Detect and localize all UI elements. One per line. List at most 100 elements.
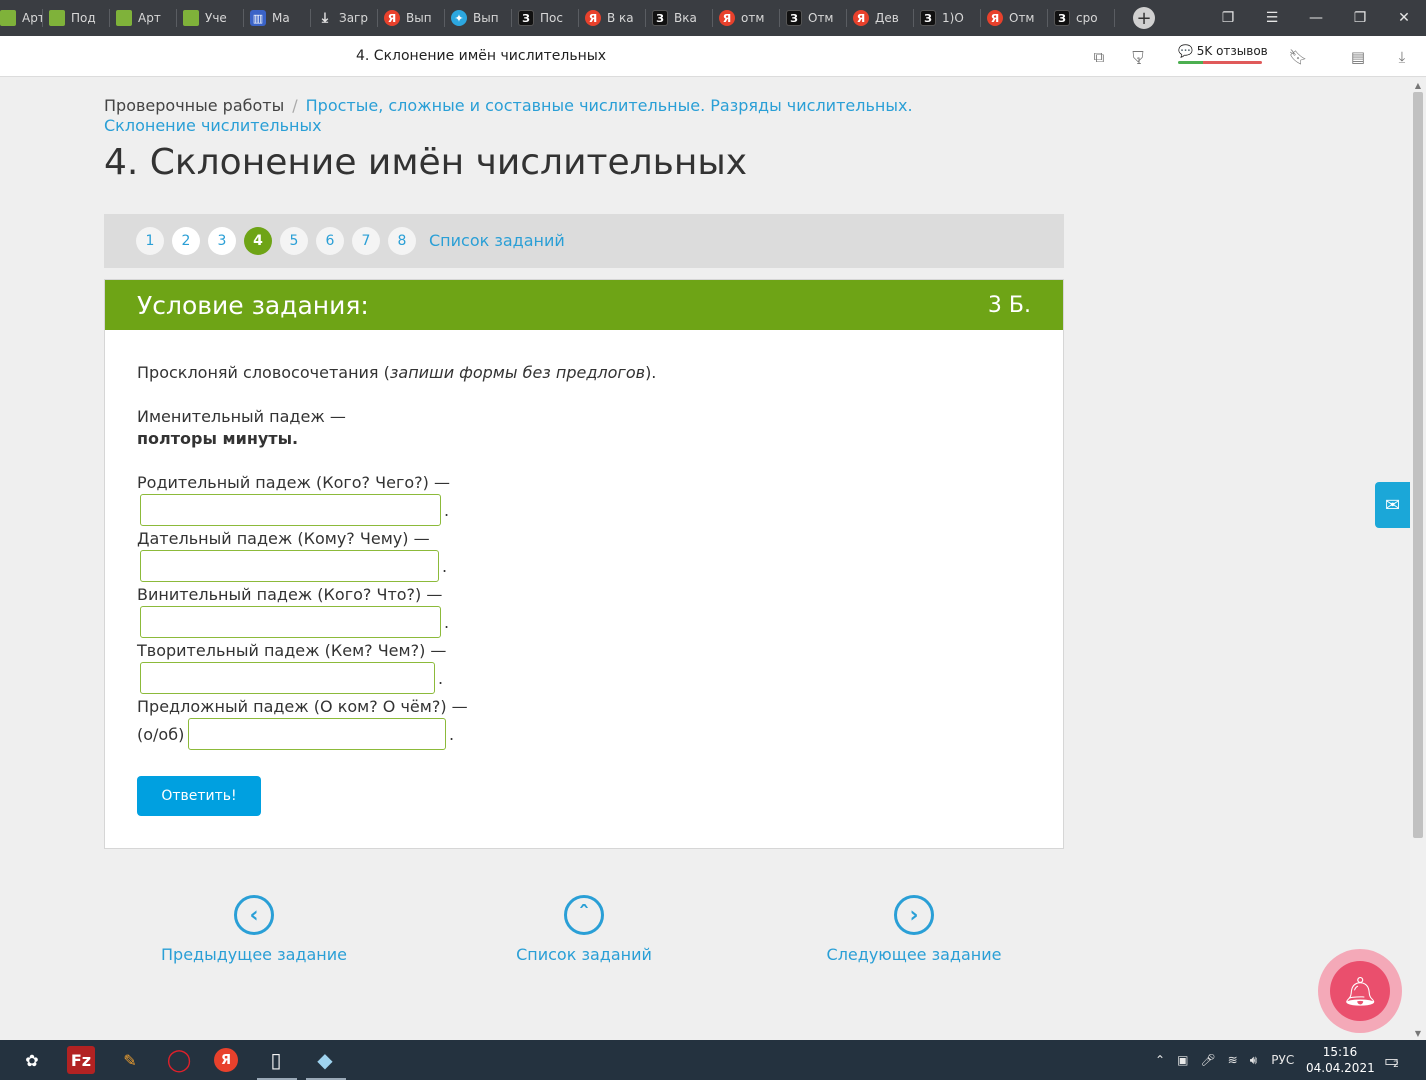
paint-app-icon[interactable]: ✎ — [116, 1046, 144, 1074]
task-number-2[interactable]: 2 — [172, 227, 200, 255]
task-list-link[interactable]: Список заданий — [429, 231, 565, 250]
filezilla-icon[interactable]: Fz — [67, 1046, 95, 1074]
browser-tab-label: отм — [741, 11, 765, 25]
genitive-period: . — [444, 501, 450, 520]
download-icon[interactable]: ⤓ — [1392, 47, 1412, 67]
browser-tab[interactable]: З 1)О — [914, 0, 980, 36]
microphone-icon[interactable]: 🎤︎ — [1200, 1053, 1215, 1067]
scroll-thumb[interactable] — [1413, 92, 1423, 838]
task-number-5[interactable]: 5 — [280, 227, 308, 255]
opera-icon[interactable]: ◯ — [165, 1046, 193, 1074]
browser-tab[interactable]: ✦ Вып — [445, 0, 511, 36]
browser-tab[interactable]: Уче — [177, 0, 243, 36]
task-number-4-active[interactable]: 4 — [244, 227, 272, 255]
bookmarks-collections-icon[interactable]: ❐ — [1206, 0, 1250, 36]
browser-tab-label: Вка — [674, 11, 697, 25]
task-points: 3 Б. — [987, 292, 1031, 318]
chevron-right-icon[interactable]: › — [894, 895, 934, 935]
reviews-button[interactable]: 💬 5K отзывов — [1178, 44, 1268, 58]
scroll-up-icon[interactable]: ▲ — [1410, 78, 1426, 92]
instrumental-label: Творительный падеж (Кем? Чем?) — — [137, 641, 447, 660]
browser-tab[interactable]: Я Дев — [847, 0, 913, 36]
site-green-icon — [49, 10, 65, 26]
wifi-icon[interactable]: ≋ — [1228, 1053, 1238, 1067]
browser-tab[interactable]: З Вка — [646, 0, 712, 36]
browser-tab[interactable]: З Пос — [512, 0, 578, 36]
task-number-1[interactable]: 1 — [136, 227, 164, 255]
yandex-browser-icon[interactable]: Я — [214, 1048, 238, 1072]
dative-label: Дательный падеж (Кому? Чему) — — [137, 529, 430, 548]
site-green-icon — [0, 10, 16, 26]
scroll-down-icon[interactable]: ▼ — [1410, 1026, 1426, 1040]
reader-icon[interactable]: ▤ — [1348, 47, 1368, 67]
prev-task-label[interactable]: Предыдущее задание — [161, 945, 347, 964]
bookmark-icon[interactable]: 🔖︎ — [1288, 47, 1308, 67]
browser-tab[interactable]: Арт — [110, 0, 176, 36]
breadcrumb-separator: / — [292, 96, 298, 115]
prev-task-link[interactable]: ‹ Предыдущее задание — [134, 895, 374, 964]
submit-answer-button[interactable]: Ответить! — [137, 776, 261, 816]
browser-tab-label: В ка — [607, 11, 634, 25]
menu-icon[interactable]: ☰ — [1250, 0, 1294, 36]
os-taskbar: ✿ Fz ✎ ◯ Я ▯ ◆ ⌃ ▣ 🎤︎ ≋ 🔊︎ РУС 15:16 04.… — [0, 1040, 1426, 1080]
site-blue-icon: ▥ — [250, 10, 266, 26]
download-icon: ⤓ — [321, 10, 329, 26]
browser-tab[interactable]: Я Отм — [981, 0, 1047, 36]
browser-tab[interactable]: Яотм — [713, 0, 779, 36]
task-list-footer-link[interactable]: ˆ Список заданий — [464, 895, 704, 964]
accusative-input[interactable] — [140, 606, 441, 638]
genitive-input[interactable] — [140, 494, 441, 526]
start-app-icon[interactable]: ✿ — [18, 1046, 46, 1074]
chevron-up-icon[interactable]: ˆ — [564, 895, 604, 935]
breadcrumb-root[interactable]: Проверочные работы — [104, 96, 284, 115]
task-number-8[interactable]: 8 — [388, 227, 416, 255]
input-language[interactable]: РУС — [1271, 1053, 1294, 1067]
browser-tab-label: Ма — [272, 11, 290, 25]
reviews-rating-bar — [1178, 61, 1262, 64]
task-number-nav: 1 2 3 4 5 6 7 8 Список заданий — [104, 214, 1064, 268]
browser-tab[interactable]: З Отм — [780, 0, 846, 36]
task-number-7[interactable]: 7 — [352, 227, 380, 255]
prepositional-label: Предложный падеж (О ком? О чём?) — — [137, 697, 468, 716]
dative-input[interactable] — [140, 550, 439, 582]
next-task-link[interactable]: › Следующее задание — [794, 895, 1034, 964]
prepositional-input[interactable] — [188, 718, 446, 750]
lightbulb-icon: ✦ — [451, 10, 467, 26]
browser-tab[interactable]: Под — [43, 0, 109, 36]
tray-device-icon[interactable]: ▣ — [1177, 1053, 1188, 1067]
next-task-label[interactable]: Следующее задание — [827, 945, 1002, 964]
browser-tab[interactable]: ▥ Ма — [244, 0, 310, 36]
page-scrollbar[interactable]: ▲ ▼ — [1410, 78, 1426, 1040]
browser-tab[interactable]: Я В ка — [579, 0, 645, 36]
feedback-mail-button[interactable]: ✉ — [1375, 482, 1410, 528]
system-tray: ⌃ ▣ 🎤︎ ≋ 🔊︎ РУС — [1155, 1040, 1294, 1080]
browser-tab[interactable]: Зсро — [1048, 0, 1114, 36]
volume-icon[interactable]: 🔊︎ — [1250, 1053, 1258, 1068]
tray-chevron-up-icon[interactable]: ⌃ — [1155, 1053, 1165, 1067]
chevron-left-icon[interactable]: ‹ — [234, 895, 274, 935]
close-icon[interactable]: ✕ — [1382, 0, 1426, 36]
task-list-footer-label[interactable]: Список заданий — [516, 945, 652, 964]
task-number-3[interactable]: 3 — [208, 227, 236, 255]
task-number-6[interactable]: 6 — [316, 227, 344, 255]
browser-tab[interactable]: Я Вып — [378, 0, 444, 36]
browser-title-bar: 4. Склонение имён числительных ⧉ ⛉ 1 💬 5… — [0, 36, 1426, 77]
browser-tab[interactable]: Арт — [0, 0, 42, 36]
tab-separator — [1114, 9, 1115, 27]
instrumental-input[interactable] — [140, 662, 435, 694]
minimize-icon[interactable]: — — [1294, 0, 1338, 36]
copy-icon[interactable]: ⧉ — [1089, 47, 1109, 67]
site-green-icon — [116, 10, 132, 26]
notifications-bell-button[interactable]: 🔔︎ — [1318, 949, 1402, 1033]
gallery-app-icon[interactable]: ◆ — [311, 1046, 339, 1074]
restore-icon[interactable]: ❐ — [1338, 0, 1382, 36]
new-tab-plus-icon[interactable]: + — [1133, 7, 1155, 29]
browser-tab[interactable]: ⤓ Загр — [311, 0, 377, 36]
notepad-icon[interactable]: ▯ — [262, 1046, 290, 1074]
yandex-icon: Я — [853, 10, 869, 26]
znanija-icon: З — [920, 10, 936, 26]
browser-page-title: 4. Склонение имён числительных — [356, 48, 607, 64]
system-clock[interactable]: 15:16 04.04.2021 — [1306, 1044, 1375, 1076]
action-center-icon[interactable]: ▭ 2 — [1384, 1040, 1399, 1080]
znanija-icon: З — [652, 10, 668, 26]
